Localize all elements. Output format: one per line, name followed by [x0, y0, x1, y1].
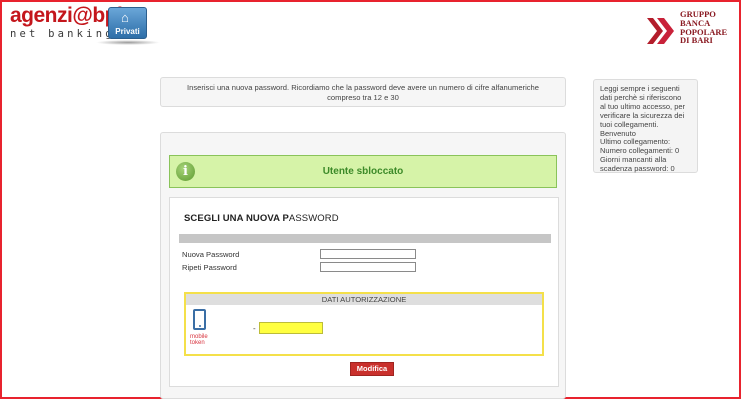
privati-label: Privati [115, 27, 140, 36]
success-message: Utente sbloccato [322, 166, 404, 177]
authorization-header: DATI AUTORIZZAZIONE [186, 294, 542, 305]
success-message-box: i Utente sbloccato [169, 155, 557, 188]
info-line: scadenza password: 0 [600, 164, 675, 174]
section-divider [179, 234, 551, 243]
mobile-token-label: mobile token [190, 334, 208, 346]
mobile-token: mobile token [190, 309, 212, 349]
repeat-password-input[interactable] [320, 262, 416, 272]
otp-separator: - [253, 324, 256, 333]
form-title: SCEGLI UNA NUOVA PASSWORD [184, 213, 339, 224]
bank-emblem-icon [647, 18, 674, 44]
notice-line: compreso tra 12 e 30 [327, 93, 399, 102]
bank-name: GRUPPO BANCA POPOLARE DI BARI [680, 10, 727, 45]
modifica-button[interactable]: Modifica [350, 362, 394, 376]
form-title-bold: SCEGLI UNA NUOVA P [184, 213, 289, 224]
home-icon: ⌂ [121, 10, 129, 25]
mobile-phone-icon [193, 309, 206, 330]
password-rules-notice: Inserisci una nuova password. Ricordiamo… [160, 77, 566, 107]
banca-popolare-di-bari-logo: GRUPPO BANCA POPOLARE DI BARI [645, 10, 735, 50]
change-password-form: SCEGLI UNA NUOVA PASSWORD Nuova Password… [169, 197, 559, 387]
privati-shadow [96, 40, 160, 45]
privati-button[interactable]: ⌂ Privati [108, 7, 147, 39]
form-title-rest: ASSWORD [288, 213, 339, 224]
repeat-password-label: Ripeti Password [182, 263, 237, 272]
notice-line: Inserisci una nuova password. Ricordiamo… [186, 83, 540, 92]
new-password-input[interactable] [320, 249, 416, 259]
authorization-box: DATI AUTORIZZAZIONE mobile token - [184, 292, 544, 356]
token-label-line: token [190, 340, 205, 346]
bank-name-line: DI BARI [680, 35, 713, 46]
main-panel: i Utente sbloccato SCEGLI UNA NUOVA PASS… [160, 132, 566, 399]
new-password-label: Nuova Password [182, 250, 240, 259]
otp-input[interactable] [259, 322, 323, 334]
access-info-panel: Leggi sempre i seguenti dati perchè si r… [593, 79, 698, 173]
